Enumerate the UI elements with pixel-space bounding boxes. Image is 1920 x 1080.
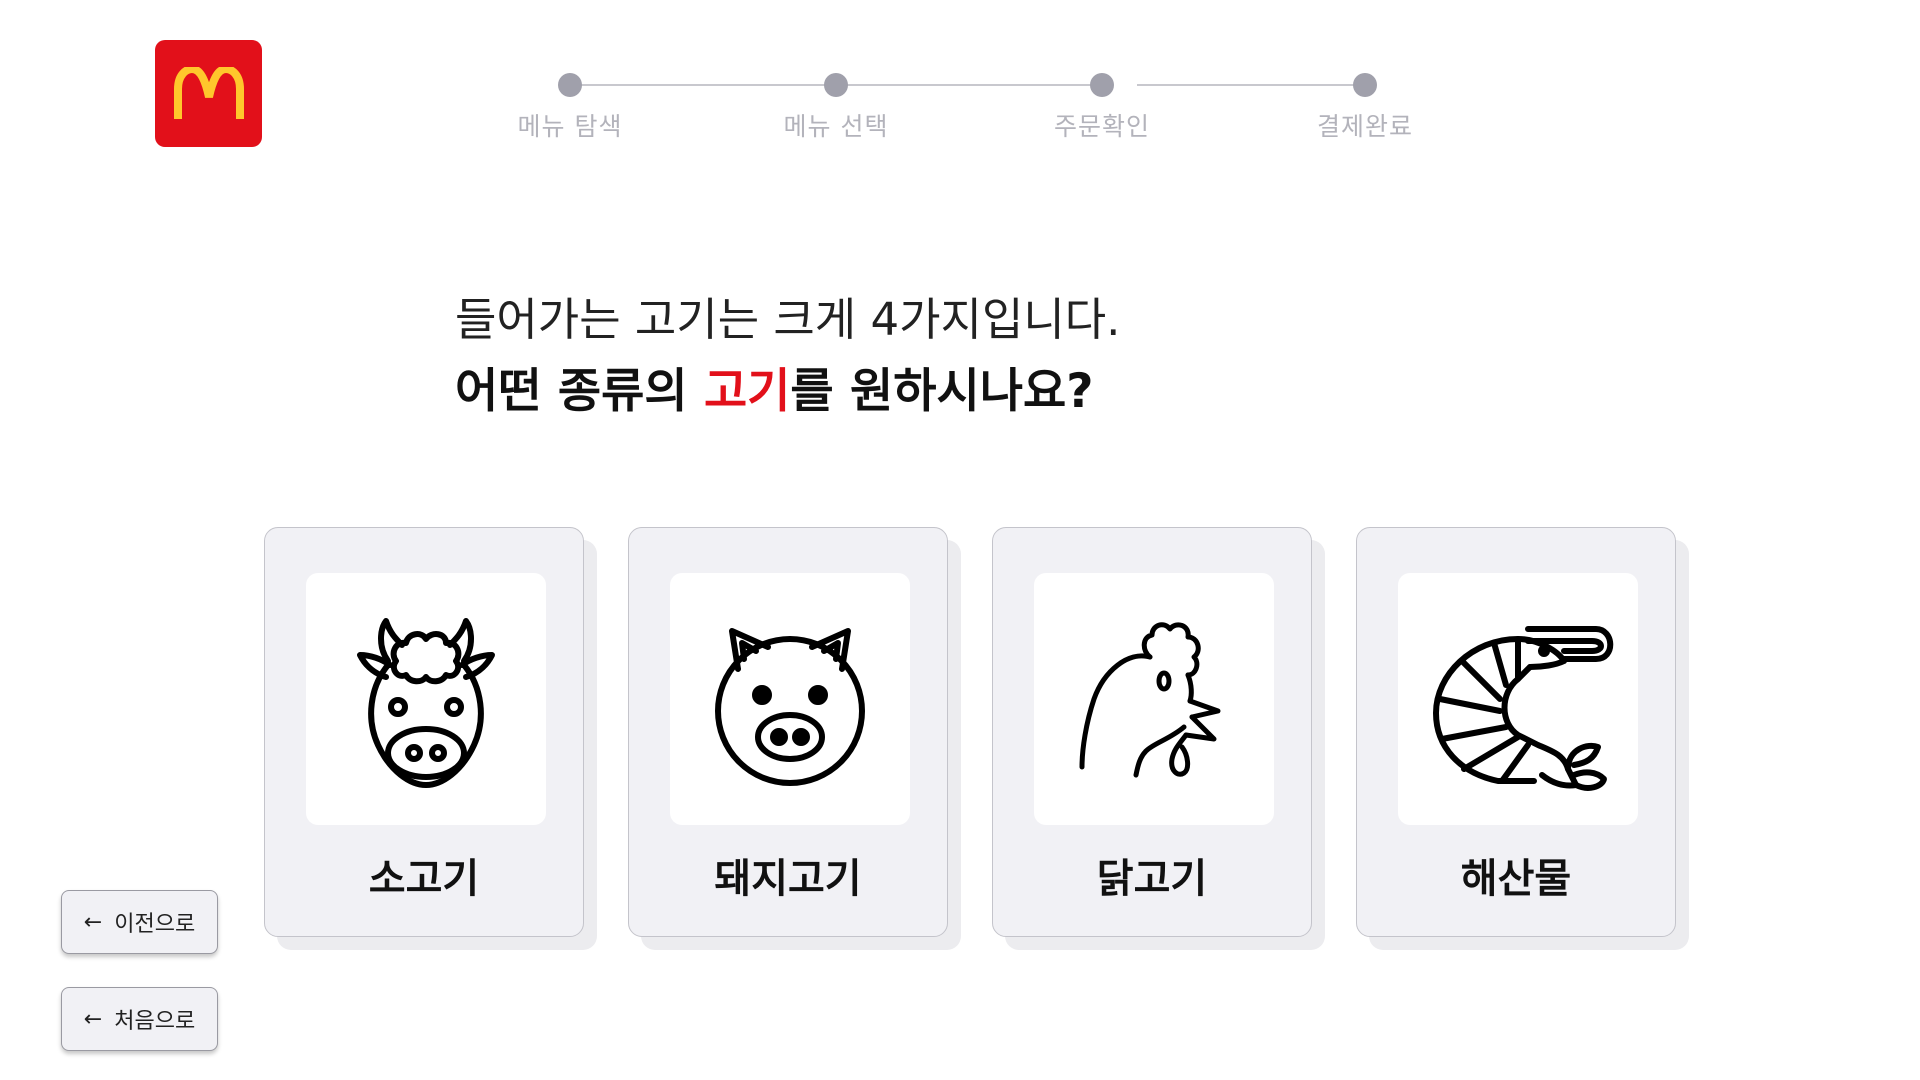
arrow-left-icon: ← [83,1006,103,1032]
chicken-icon [1079,622,1221,778]
order-progress-stepper: 메뉴 탐색 메뉴 선택 주문확인 결제완료 [0,70,1920,150]
back-button[interactable]: ← 이전으로 [61,890,218,954]
step-label: 주문확인 [1053,112,1150,141]
option-card-pork[interactable]: 돼지고기 [628,527,948,937]
cow-icon [357,618,495,788]
icon-box [1398,573,1638,825]
question-title-highlight: 고기 [703,364,791,419]
step-label: 메뉴 탐색 [517,112,623,141]
option-label: 돼지고기 [714,856,862,902]
kiosk-page: 메뉴 탐색 메뉴 선택 주문확인 결제완료 들어가는 고기는 크게 4가지입니다… [0,0,1920,1080]
step-payment-complete: 결제완료 [1265,70,1465,143]
question-title-suffix: 를 원하시나요? [790,364,1094,419]
step-dot [824,73,848,97]
shrimp-icon [1433,626,1614,791]
step-dot [1090,73,1114,97]
icon-box [1034,573,1274,825]
step-dot [558,73,582,97]
option-label: 닭고기 [1096,856,1208,902]
option-card-seafood[interactable]: 해산물 [1356,527,1676,937]
option-card-chicken[interactable]: 닭고기 [992,527,1312,937]
question-title-prefix: 어떤 종류의 [455,364,704,419]
step-menu-browse: 메뉴 탐색 [470,70,670,143]
step-order-confirm: 주문확인 [1002,70,1202,143]
arrow-left-icon: ← [83,909,103,935]
question-title: 어떤 종류의 고기를 원하시나요? [455,354,1455,430]
option-card-beef[interactable]: 소고기 [264,527,584,937]
option-label: 소고기 [368,856,480,902]
question-subtitle: 들어가는 고기는 크게 4가지입니다. [455,293,1121,346]
step-dot [1353,73,1377,97]
icon-box [306,573,546,825]
question-heading: 들어가는 고기는 크게 4가지입니다. 어떤 종류의 고기를 원하시나요? [455,290,1455,430]
step-label: 결제완료 [1316,112,1413,141]
step-menu-select: 메뉴 선택 [736,70,936,143]
icon-box [670,573,910,825]
step-label: 메뉴 선택 [783,112,889,141]
back-button-label: 이전으로 [114,912,196,937]
home-button[interactable]: ← 처음으로 [61,987,218,1051]
pig-icon [715,628,865,786]
option-label: 해산물 [1460,856,1572,902]
home-button-label: 처음으로 [114,1009,196,1034]
